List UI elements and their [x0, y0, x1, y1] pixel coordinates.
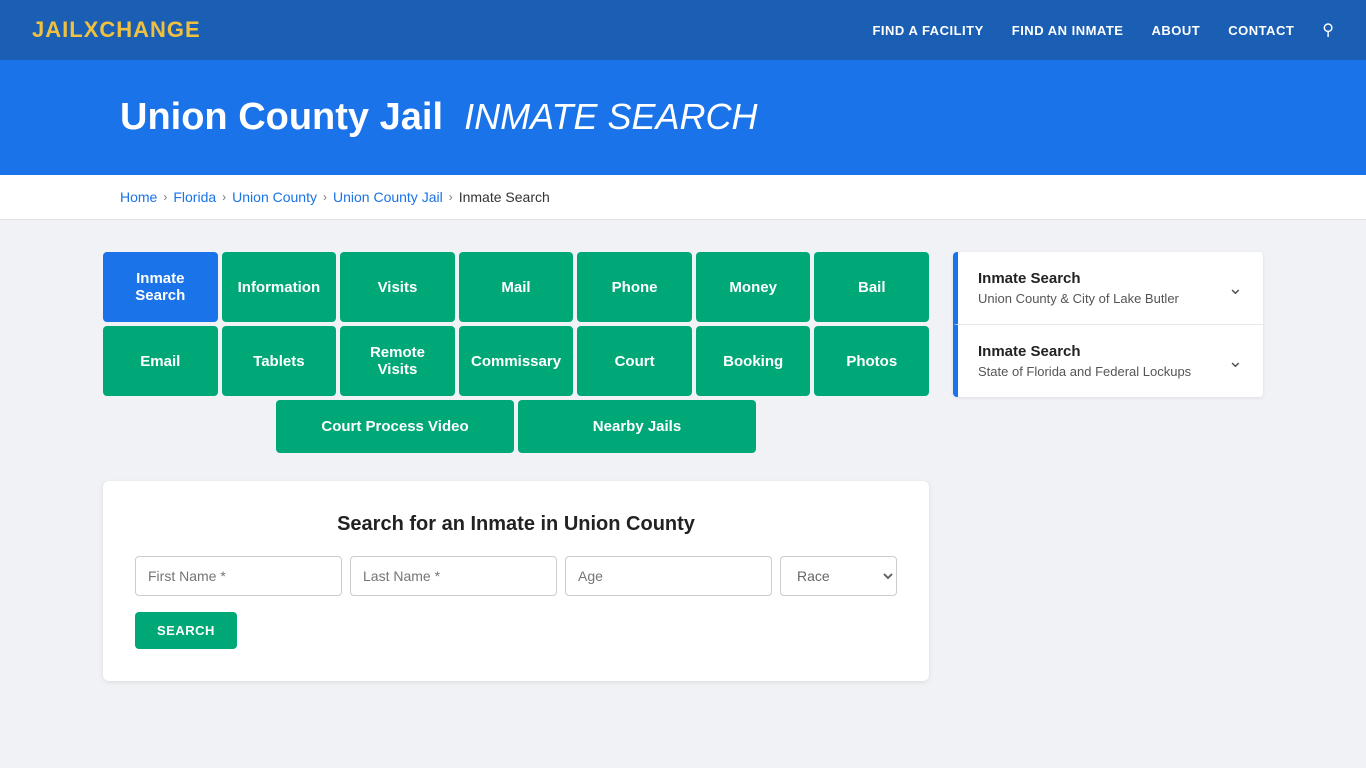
site-logo[interactable]: JAILXCHANGE — [32, 17, 201, 43]
search-form-box: Search for an Inmate in Union County Rac… — [103, 481, 929, 681]
tab-money[interactable]: Money — [696, 252, 811, 322]
search-icon[interactable]: ⚲ — [1322, 20, 1334, 40]
sidebar-item-2-text: Inmate Search State of Florida and Feder… — [978, 343, 1191, 379]
breadcrumb-union-county[interactable]: Union County — [232, 189, 317, 205]
tab-mail[interactable]: Mail — [459, 252, 574, 322]
tabs-row-1: Inmate Search Information Visits Mail Ph… — [103, 252, 929, 322]
tab-tablets[interactable]: Tablets — [222, 326, 337, 396]
sidebar-item-1-subtitle: Union County & City of Lake Butler — [978, 291, 1179, 306]
nav-about[interactable]: ABOUT — [1151, 23, 1200, 38]
breadcrumb-sep-3: › — [323, 190, 327, 204]
tab-nearby-jails[interactable]: Nearby Jails — [518, 400, 756, 453]
logo-jail: JAIL — [32, 17, 84, 42]
breadcrumb-home[interactable]: Home — [120, 189, 157, 205]
logo-exchange: CHANGE — [99, 17, 200, 42]
nav-find-inmate[interactable]: FIND AN INMATE — [1012, 23, 1124, 38]
tabs-row-2: Email Tablets Remote Visits Commissary C… — [103, 326, 929, 396]
page-title-bold: Union County Jail — [120, 96, 443, 138]
tab-information[interactable]: Information — [222, 252, 337, 322]
race-select[interactable]: Race White Black Hispanic Asian Other — [780, 556, 897, 596]
tab-email[interactable]: Email — [103, 326, 218, 396]
sidebar-item-1[interactable]: Inmate Search Union County & City of Lak… — [953, 252, 1263, 325]
search-button[interactable]: SEARCH — [135, 612, 237, 649]
sidebar-item-1-title: Inmate Search — [978, 270, 1179, 287]
last-name-input[interactable] — [350, 556, 557, 596]
sidebar-card: Inmate Search Union County & City of Lak… — [953, 252, 1263, 397]
tabs-grid: Inmate Search Information Visits Mail Ph… — [103, 252, 929, 453]
hero-banner: Union County Jail INMATE SEARCH — [0, 60, 1366, 175]
sidebar-item-2-title: Inmate Search — [978, 343, 1191, 360]
tab-phone[interactable]: Phone — [577, 252, 692, 322]
sidebar-item-1-text: Inmate Search Union County & City of Lak… — [978, 270, 1179, 306]
tab-court-process-video[interactable]: Court Process Video — [276, 400, 514, 453]
tab-commissary[interactable]: Commissary — [459, 326, 574, 396]
nav-find-facility[interactable]: FIND A FACILITY — [872, 23, 983, 38]
logo-x: X — [84, 17, 100, 42]
main-content: Inmate Search Information Visits Mail Ph… — [83, 220, 1283, 713]
nav-contact[interactable]: CONTACT — [1228, 23, 1294, 38]
sidebar-item-2[interactable]: Inmate Search State of Florida and Feder… — [953, 325, 1263, 397]
navbar: JAILXCHANGE FIND A FACILITY FIND AN INMA… — [0, 0, 1366, 60]
breadcrumb-sep-4: › — [449, 190, 453, 204]
first-name-input[interactable] — [135, 556, 342, 596]
breadcrumb: Home › Florida › Union County › Union Co… — [0, 175, 1366, 220]
breadcrumb-current: Inmate Search — [459, 189, 550, 205]
tab-booking[interactable]: Booking — [696, 326, 811, 396]
breadcrumb-jail[interactable]: Union County Jail — [333, 189, 443, 205]
tabs-row-3: Court Process Video Nearby Jails — [103, 400, 929, 453]
page-title: Union County Jail INMATE SEARCH — [120, 96, 1334, 139]
breadcrumb-sep-1: › — [163, 190, 167, 204]
page-title-italic: INMATE SEARCH — [464, 96, 757, 137]
tab-bail[interactable]: Bail — [814, 252, 929, 322]
nav-links: FIND A FACILITY FIND AN INMATE ABOUT CON… — [872, 20, 1334, 40]
breadcrumb-sep-2: › — [222, 190, 226, 204]
right-sidebar: Inmate Search Union County & City of Lak… — [953, 252, 1263, 397]
tab-photos[interactable]: Photos — [814, 326, 929, 396]
breadcrumb-florida[interactable]: Florida — [173, 189, 216, 205]
tab-inmate-search[interactable]: Inmate Search — [103, 252, 218, 322]
chevron-down-icon-1: ⌄ — [1228, 278, 1243, 299]
search-inputs: Race White Black Hispanic Asian Other — [135, 556, 897, 596]
chevron-down-icon-2: ⌄ — [1228, 351, 1243, 372]
sidebar-item-2-subtitle: State of Florida and Federal Lockups — [978, 364, 1191, 379]
tab-court[interactable]: Court — [577, 326, 692, 396]
tab-remote-visits[interactable]: Remote Visits — [340, 326, 455, 396]
search-form-title: Search for an Inmate in Union County — [135, 513, 897, 536]
tab-visits[interactable]: Visits — [340, 252, 455, 322]
age-input[interactable] — [565, 556, 772, 596]
left-column: Inmate Search Information Visits Mail Ph… — [103, 252, 929, 681]
